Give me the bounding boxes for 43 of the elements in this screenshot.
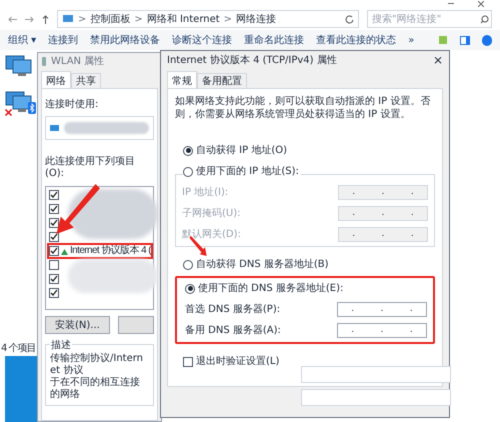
description-text: 于在不同的相互连接的网络 — [50, 377, 141, 401]
intro-text: 如果网络支持此功能，则可以获取自动指派的 IP 设置。否则，你需要从网络系统管理员处获得适当的 IP 设置。 — [175, 95, 432, 121]
breadcrumb-separator: > — [78, 12, 86, 26]
close-button[interactable]: × — [432, 51, 443, 69]
breadcrumb-link[interactable]: 网络连接 — [236, 12, 276, 26]
toolbar-button[interactable]: » — [408, 32, 414, 48]
toolbar-button[interactable]: 重命名此连接 — [244, 32, 304, 48]
section-label: 此连接使用下列项目(O): — [45, 156, 136, 180]
field-label: 子网掩码(U): — [182, 207, 240, 221]
breadcrumb-link[interactable]: 控制面板 — [90, 12, 130, 26]
toolbar-button[interactable]: 连接到 — [48, 32, 78, 48]
ip-address-field[interactable]: . . . — [337, 302, 427, 317]
toolbar-button[interactable]: 查看此连接的状态 — [316, 32, 396, 48]
field-label: IP 地址(I): — [182, 186, 228, 200]
field-label: 备用 DNS 服务器(A): — [185, 324, 281, 338]
tab[interactable]: 网络 — [41, 71, 71, 89]
ip-address-field[interactable]: . . . — [337, 323, 427, 338]
description-text: 传输控制协议/Internet 协议 — [50, 353, 144, 376]
toolbar-button[interactable]: 诊断这个连接 — [172, 32, 232, 48]
group-label: 描述 — [50, 338, 72, 353]
checkbox-option[interactable]: 退出时验证设置(L) — [183, 354, 435, 369]
radio-option[interactable]: 自动获得 DNS 服务器地址(B) — [183, 257, 435, 272]
field-label: 连接时使用: — [45, 98, 100, 112]
tab[interactable]: 备用配置 — [197, 73, 247, 89]
tab[interactable]: 共享 — [71, 73, 101, 89]
window-title: WLAN 属性 — [51, 54, 104, 68]
status-text: 4 个项目 — [1, 342, 36, 356]
search-field[interactable]: 搜索"网络连接" — [367, 10, 492, 28]
breadcrumb-separator: > — [224, 12, 232, 26]
address-bar[interactable]: > 控制面板 > 网络和 Internet > 网络连接 — [57, 10, 359, 28]
list-item[interactable]: Internet 协议版本 4 ( — [49, 245, 151, 257]
radio-option[interactable]: 使用下面的 DNS 服务器地址(E): — [185, 281, 427, 296]
toolbar-button[interactable]: 组织 ▾ — [8, 32, 36, 48]
install-button[interactable]: 安装(N)... — [45, 316, 110, 334]
radio-option[interactable]: 使用下面的 IP 地址(S): — [183, 164, 301, 179]
radio-option[interactable]: 自动获得 IP 地址(O) — [183, 143, 290, 158]
tab[interactable]: 常规 — [167, 71, 197, 89]
toolbar-button[interactable]: 禁用此网络设备 — [90, 32, 160, 48]
breadcrumb-separator: > — [134, 12, 143, 26]
field-label: 默认网关(D): — [182, 228, 241, 242]
breadcrumb-link[interactable]: 网络和 Internet — [146, 12, 220, 26]
field-label: 首选 DNS 服务器(P): — [185, 302, 280, 317]
window-title: Internet 协议版本 4 (TCP/IPv4) 属性 — [167, 54, 337, 68]
